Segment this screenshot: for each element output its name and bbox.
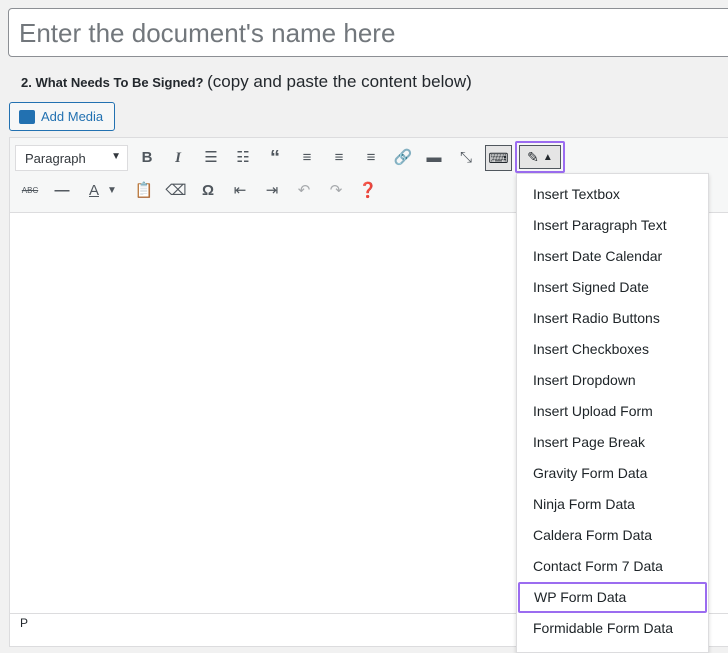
menu-item[interactable]: Insert Checkboxes <box>517 334 708 365</box>
chevron-down-icon: ▼ <box>111 151 121 162</box>
horizontal-line-icon[interactable]: — <box>49 178 75 204</box>
paste-text-icon[interactable]: 📋 <box>131 178 157 204</box>
format-value: Paragraph <box>25 151 86 166</box>
help-icon[interactable]: ❓ <box>355 178 381 204</box>
format-select[interactable]: Paragraph ▼ <box>15 145 128 171</box>
italic-icon[interactable]: I <box>165 145 191 171</box>
bullet-list-icon[interactable]: ☰ <box>198 145 224 171</box>
menu-item[interactable]: Insert Dropdown <box>517 365 708 396</box>
media-icon <box>19 109 35 124</box>
redo-icon[interactable]: ↷ <box>323 178 349 204</box>
special-character-icon[interactable]: Ω <box>195 178 221 204</box>
fullscreen-icon[interactable]: ⤡ <box>453 145 479 171</box>
menu-item[interactable]: Gravity Form Data <box>517 458 708 489</box>
caret-up-icon: ▲ <box>542 151 553 163</box>
menu-item[interactable]: Contact Form 7 Data <box>517 551 708 582</box>
add-media-label: Add Media <box>41 109 104 124</box>
menu-item[interactable]: Insert Upload Form <box>517 396 708 427</box>
add-media-button[interactable]: Add Media <box>9 102 115 131</box>
clear-formatting-icon[interactable]: ⌫ <box>163 178 189 204</box>
link-icon[interactable]: 🔗 <box>390 145 416 171</box>
signature-fields-menu: Insert Textbox Insert Paragraph Text Ins… <box>516 173 709 653</box>
menu-item[interactable]: Caldera Form Data <box>517 520 708 551</box>
align-center-icon[interactable]: ≡ <box>326 145 352 171</box>
outdent-icon[interactable]: ⇤ <box>227 178 253 204</box>
section-hint: (copy and paste the content below) <box>207 72 472 91</box>
menu-item[interactable]: Insert Textbox <box>517 179 708 210</box>
menu-item[interactable]: Insert Date Calendar <box>517 241 708 272</box>
read-more-icon[interactable]: ▬ <box>421 145 447 171</box>
align-right-icon[interactable]: ≡ <box>358 145 384 171</box>
signature-fields-button[interactable]: ✎ ▲ <box>515 141 565 173</box>
pencil-icon: ✎ <box>527 148 539 165</box>
menu-item[interactable]: Insert Paragraph Text <box>517 210 708 241</box>
menu-item[interactable]: Formidable Form Data <box>517 613 708 644</box>
strikethrough-icon[interactable]: ABC <box>17 178 43 204</box>
menu-item[interactable]: Insert Page Break <box>517 427 708 458</box>
menu-item[interactable]: Insert Radio Buttons <box>517 303 708 334</box>
menu-item[interactable]: Ninja Form Data <box>517 489 708 520</box>
document-name-input[interactable]: Enter the document's name here <box>8 8 728 57</box>
section-heading: 2. What Needs To Be Signed? (copy and pa… <box>21 72 472 92</box>
blockquote-icon[interactable]: “ <box>262 145 288 171</box>
menu-item[interactable]: Insert Signed Date <box>517 272 708 303</box>
undo-icon[interactable]: ↶ <box>291 178 317 204</box>
numbered-list-icon[interactable]: ☷ <box>230 145 256 171</box>
toolbar-toggle-icon[interactable]: ⌨ <box>485 145 512 171</box>
menu-item-highlighted[interactable]: WP Form Data <box>518 582 707 613</box>
indent-icon[interactable]: ⇥ <box>259 178 285 204</box>
chevron-down-icon[interactable]: ▼ <box>105 178 119 204</box>
bold-icon[interactable]: B <box>134 145 160 171</box>
align-left-icon[interactable]: ≡ <box>294 145 320 171</box>
text-color-icon[interactable]: A <box>81 178 107 204</box>
section-label: 2. What Needs To Be Signed? <box>21 75 204 90</box>
